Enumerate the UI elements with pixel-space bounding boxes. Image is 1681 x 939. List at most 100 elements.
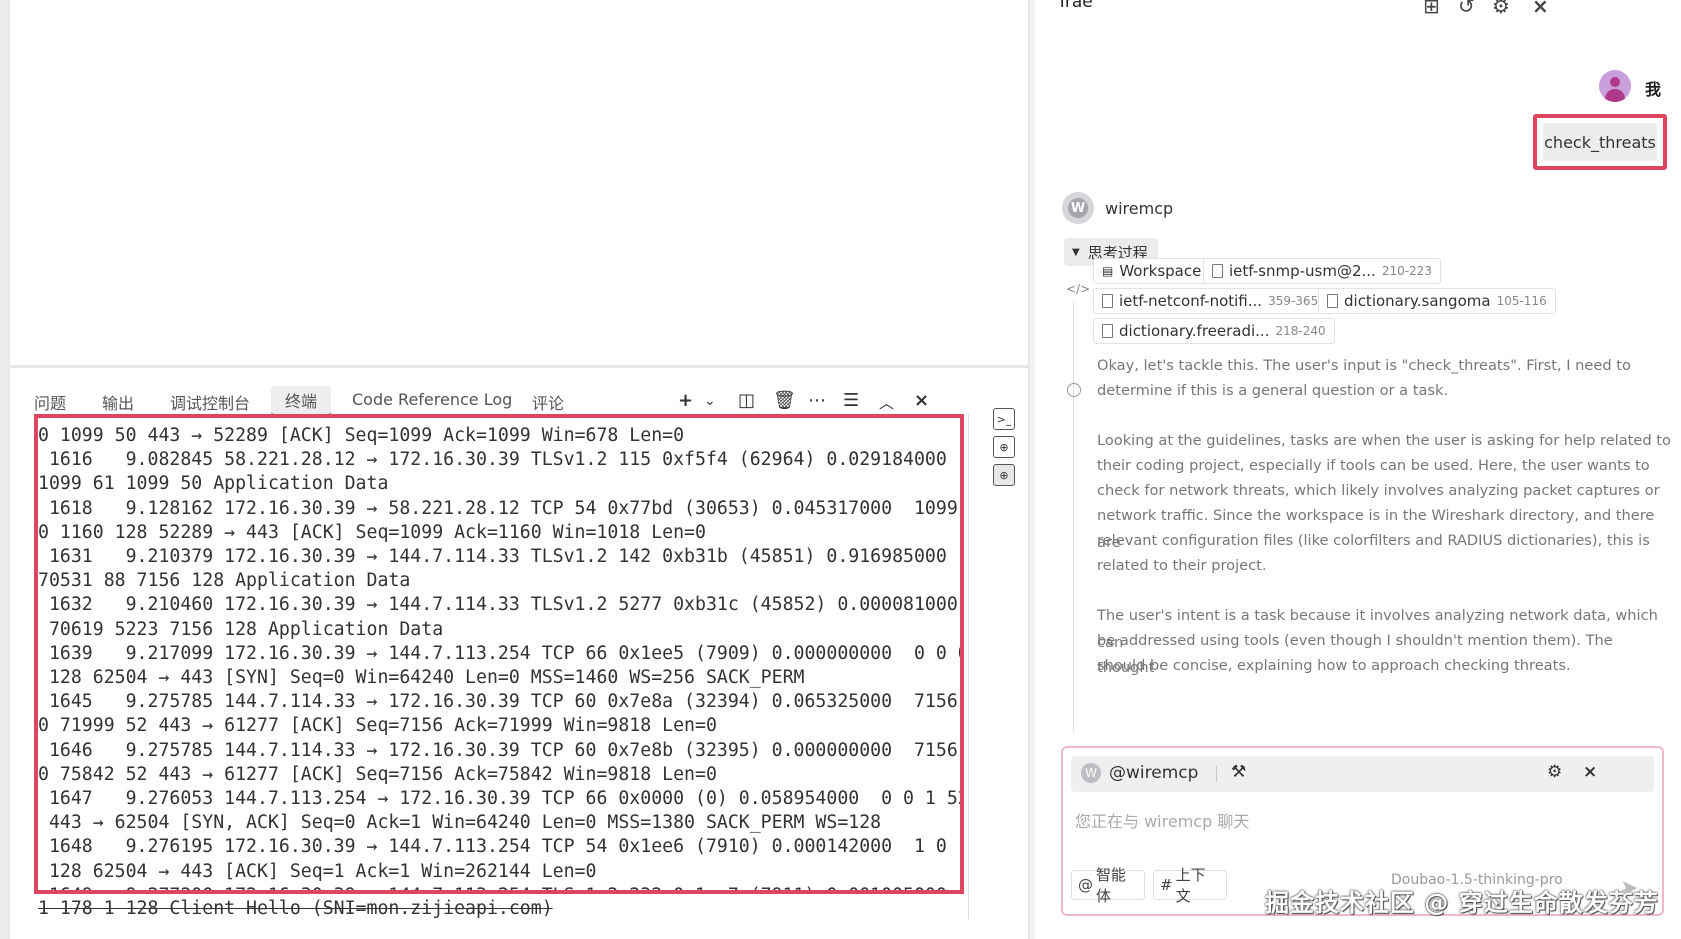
terminal-line: 1631 9.210379 172.16.30.39 → 144.7.114.3… xyxy=(38,546,947,568)
gear-icon[interactable]: ⚙ xyxy=(1547,762,1562,782)
reference-range: 359-365 xyxy=(1268,294,1319,308)
thought-guide-line xyxy=(1073,302,1074,732)
layout-icon[interactable]: ☰ xyxy=(843,390,859,411)
thought-line: relevant configuration files (like color… xyxy=(1097,532,1650,549)
reference-name: dictionary.freeradi... xyxy=(1119,322,1270,340)
at-icon: @ xyxy=(1078,876,1093,894)
terminal-line: 0 75842 52 443 → 61277 [ACK] Seq=7156 Ac… xyxy=(38,763,717,785)
user-message-highlight: check_threats xyxy=(1533,114,1667,170)
context-pill[interactable]: # 上下文 xyxy=(1153,866,1227,905)
close-icon[interactable]: × xyxy=(914,390,929,411)
thought-line: Looking at the guidelines, tasks are whe… xyxy=(1097,432,1671,449)
thought-line: check for network threats, which likely … xyxy=(1097,482,1660,499)
reference-chip-workspace[interactable]: ▤ Workspace xyxy=(1093,258,1211,284)
agent-initial: W xyxy=(1081,763,1101,783)
close-icon[interactable]: × xyxy=(1532,0,1549,18)
reference-range: 210-223 xyxy=(1381,264,1432,278)
thought-line: should be concise, explaining how to app… xyxy=(1097,657,1571,674)
reference-chip[interactable]: ietf-snmp-usm@2... 210-223 xyxy=(1203,258,1441,284)
avatar xyxy=(1599,70,1631,102)
thought-icon xyxy=(1067,383,1081,397)
agent-pill[interactable]: @ 智能体 xyxy=(1071,866,1145,905)
terminal-lines: 0 1099 50 443 → 52289 [ACK] Seq=1099 Ack… xyxy=(38,424,964,890)
agent-initial: W xyxy=(1068,198,1088,218)
reference-range: 105-116 xyxy=(1496,294,1547,308)
composer-header: W @wiremcp ⚒ ⚙ × xyxy=(1071,756,1654,792)
reference-range: 218-240 xyxy=(1275,324,1326,338)
hash-icon: # xyxy=(1160,876,1173,894)
reference-name: dictionary.sangoma xyxy=(1344,292,1491,310)
chevron-down-icon[interactable]: ⌄ xyxy=(704,393,716,409)
user-message: check_threats xyxy=(1543,123,1657,161)
terminal-line: 1645 9.275785 144.7.114.33 → 172.16.30.3… xyxy=(38,691,958,713)
tab-terminal[interactable]: 终端 xyxy=(271,386,332,416)
plus-icon[interactable]: + xyxy=(678,390,693,411)
history-icon[interactable]: ↺ xyxy=(1458,0,1475,18)
terminal-line: 1632 9.210460 172.16.30.39 → 144.7.114.3… xyxy=(38,594,958,616)
terminal-line: 128 62504 → 443 [SYN] Seq=0 Win=64240 Le… xyxy=(38,667,805,689)
terminal-line: 70619 5223 7156 128 Application Data xyxy=(38,618,444,640)
terminal-line: 70531 88 7156 128 Application Data xyxy=(38,570,411,592)
divider xyxy=(1216,766,1217,782)
file-icon xyxy=(1102,324,1113,338)
thought-line: their coding project, especially if tool… xyxy=(1097,457,1650,474)
reference-chip[interactable]: ietf-netconf-notifi... 359-365 xyxy=(1093,288,1328,314)
file-icon xyxy=(1212,264,1223,278)
tab-code-reference-log[interactable]: Code Reference Log xyxy=(352,390,512,409)
chevron-down-icon: ▼ xyxy=(1072,246,1080,258)
terminal-line: 0 1099 50 443 → 52289 [ACK] Seq=1099 Ack… xyxy=(38,425,685,446)
thought-line: related to their project. xyxy=(1097,557,1267,574)
agent-avatar: W xyxy=(1062,192,1094,224)
editor-area[interactable] xyxy=(10,0,1028,365)
split-icon[interactable]: ◫ xyxy=(738,390,755,411)
workspace-icon: ▤ xyxy=(1102,264,1114,278)
trash-icon[interactable]: 🗑 xyxy=(773,390,796,411)
reference-name: Workspace xyxy=(1119,262,1202,280)
chevron-up-icon[interactable]: ︿ xyxy=(879,392,894,413)
reference-chip[interactable]: dictionary.freeradi... 218-240 xyxy=(1093,318,1335,344)
tools-icon[interactable]: ⚒ xyxy=(1231,762,1246,782)
chat-input-placeholder[interactable]: 您正在与 wiremcp 聊天 xyxy=(1075,808,1249,832)
app-title: Trae xyxy=(1057,0,1093,12)
close-icon[interactable]: × xyxy=(1583,762,1597,782)
terminal-line: 128 62504 → 443 [ACK] Seq=1 Ack=1 Win=26… xyxy=(38,860,597,882)
terminal-line: 1646 9.275785 144.7.114.33 → 172.16.30.3… xyxy=(38,739,958,761)
tab-output[interactable]: 输出 xyxy=(102,390,134,414)
more-icon[interactable]: ⋯ xyxy=(808,390,826,411)
terminal-line: 1618 9.128162 172.16.30.39 → 58.221.28.1… xyxy=(38,497,958,519)
reference-chip[interactable]: dictionary.sangoma 105-116 xyxy=(1318,288,1556,314)
tab-debug-console[interactable]: 调试控制台 xyxy=(170,390,250,414)
terminal-tab-icon[interactable]: ⊕ xyxy=(993,436,1015,458)
terminal-output[interactable]: 0 1099 50 443 → 52289 [ACK] Seq=1099 Ack… xyxy=(34,414,964,894)
mention-label: @wiremcp xyxy=(1109,763,1199,783)
terminal-tab-active-icon[interactable]: ⊕ xyxy=(993,464,1015,486)
tab-problems[interactable]: 问题 xyxy=(34,390,66,414)
context-pill-label: 上下文 xyxy=(1175,866,1206,905)
divider xyxy=(968,414,969,919)
agent-name: wiremcp xyxy=(1105,199,1174,218)
chat-pane: Trae ⊞ ↺ ⚙ × 我 check_threats W wiremcp ▼… xyxy=(1035,0,1681,939)
agent-pill-label: 智能体 xyxy=(1096,866,1127,905)
new-chat-icon[interactable]: ⊞ xyxy=(1423,0,1440,18)
user-label: 我 xyxy=(1645,80,1662,99)
reference-name: ietf-snmp-usm@2... xyxy=(1229,262,1376,280)
reference-name: ietf-netconf-notifi... xyxy=(1119,292,1263,310)
terminal-line: 443 → 62504 [SYN, ACK] Seq=0 Ack=1 Win=6… xyxy=(38,812,882,834)
terminal-overflow-line: 1 178 1 128 Client Hello (SNI=mon.zijiea… xyxy=(38,898,553,919)
gear-icon[interactable]: ⚙ xyxy=(1492,0,1510,18)
file-icon xyxy=(1327,294,1338,308)
bottom-panel: 问题 输出 调试控制台 终端 Code Reference Log 评论 + ⌄… xyxy=(10,368,1028,939)
thought-line: Okay, let's tackle this. The user's inpu… xyxy=(1097,357,1631,374)
mention-chip[interactable]: W @wiremcp xyxy=(1081,763,1198,783)
terminal-line: 1647 9.276053 144.7.113.254 → 172.16.30.… xyxy=(38,788,964,810)
terminal-line: 1099 61 1099 50 Application Data xyxy=(38,473,389,495)
thought-line: determine if this is a general question … xyxy=(1097,382,1449,399)
code-icon: </> xyxy=(1066,282,1091,296)
terminal-line: 1639 9.217099 172.16.30.39 → 144.7.113.2… xyxy=(38,642,964,664)
terminal-line: 1649 9.277200 172.16.30.39 → 144.7.113.2… xyxy=(38,884,960,890)
tab-comments[interactable]: 评论 xyxy=(532,390,564,414)
panel-tabs: 问题 输出 调试控制台 终端 Code Reference Log 评论 + ⌄… xyxy=(10,382,1028,418)
terminal-icon[interactable]: >_ xyxy=(993,408,1015,430)
terminal-line: 0 71999 52 443 → 61277 [ACK] Seq=7156 Ac… xyxy=(38,715,717,737)
send-icon[interactable]: ➤ xyxy=(1620,876,1638,901)
